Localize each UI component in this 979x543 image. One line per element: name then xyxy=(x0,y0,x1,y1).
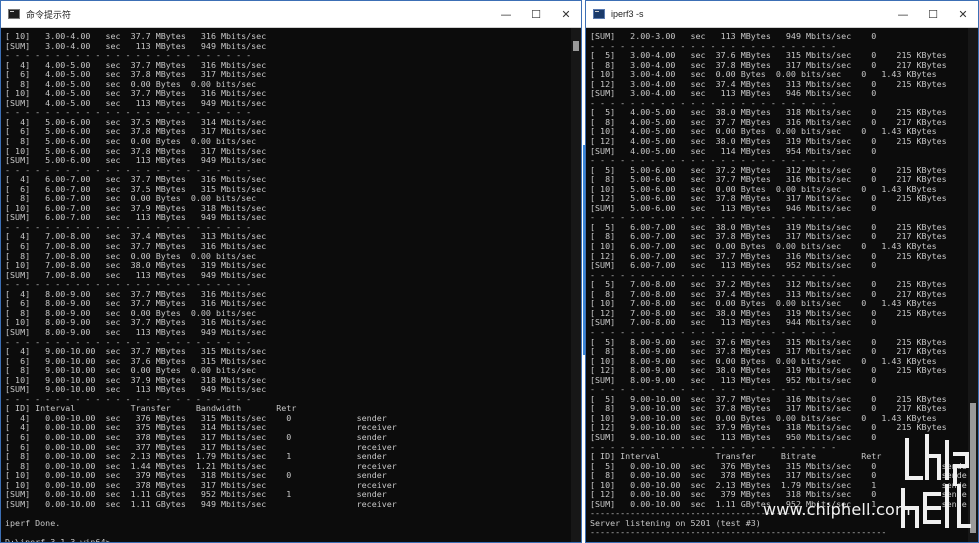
iperf-titlebar[interactable]: iperf3 -s — ☐ ✕ xyxy=(586,1,978,28)
minimize-button[interactable]: — xyxy=(888,1,918,27)
console-app-icon xyxy=(8,9,20,19)
cmd-window[interactable]: 命令提示符 — ☐ ✕ [ 10] 3.00-4.00 sec 37.7 MBy… xyxy=(0,0,582,543)
watermark-site-text: www.chiphell.com xyxy=(763,500,911,519)
cmd-scrollbar[interactable] xyxy=(571,28,581,542)
cmd-console-output: [ 10] 3.00-4.00 sec 37.7 MBytes 316 Mbit… xyxy=(5,31,397,542)
maximize-button[interactable]: ☐ xyxy=(918,1,948,27)
iperf-window-title: iperf3 -s xyxy=(611,9,644,19)
minimize-button[interactable]: — xyxy=(491,1,521,27)
close-button[interactable]: ✕ xyxy=(948,1,978,27)
cmd-titlebar[interactable]: 命令提示符 — ☐ ✕ xyxy=(1,1,581,28)
cmd-scrollbar-thumb[interactable] xyxy=(573,41,579,51)
cmd-console-body[interactable]: [ 10] 3.00-4.00 sec 37.7 MBytes 316 Mbit… xyxy=(1,28,571,542)
powershell-app-icon xyxy=(593,9,605,19)
cmd-window-title: 命令提示符 xyxy=(26,9,72,20)
prompt-line xyxy=(586,539,968,542)
close-button[interactable]: ✕ xyxy=(551,1,581,27)
maximize-button[interactable]: ☐ xyxy=(521,1,551,27)
